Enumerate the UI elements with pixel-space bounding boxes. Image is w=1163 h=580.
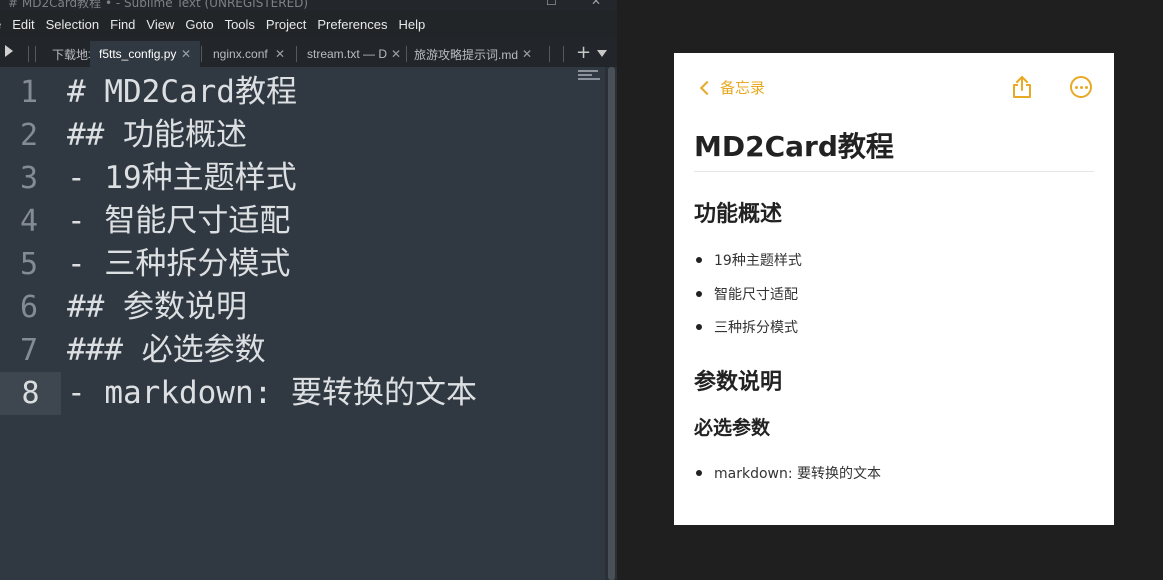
- editor-line[interactable]: 4 - 智能尺寸适配: [0, 200, 605, 243]
- tab-divider: [28, 46, 29, 62]
- line-text: - 三种拆分模式: [67, 246, 291, 282]
- chevron-left-icon: [699, 80, 715, 95]
- list-item: 智能尺寸适配: [696, 284, 798, 304]
- menu-selection[interactable]: Selection: [46, 17, 99, 32]
- back-label: 备忘录: [720, 79, 766, 97]
- editor-line[interactable]: 2 ## 功能概述: [0, 114, 605, 157]
- tab-bar: 下载地址 f5tts_config.py ✕ nginx.conf ✕ stre…: [0, 38, 617, 67]
- list-item: markdown: 要转换的文本: [696, 463, 881, 483]
- bullet: [696, 324, 702, 330]
- line-text: # MD2Card教程: [67, 74, 297, 110]
- tab-stream-txt[interactable]: stream.txt — D ✕: [297, 41, 405, 67]
- tab-nginx-conf[interactable]: nginx.conf ✕: [202, 41, 296, 67]
- menu-help[interactable]: Help: [398, 17, 425, 32]
- new-tab-icon[interactable]: +: [576, 42, 591, 63]
- more-options-icon[interactable]: [1070, 76, 1092, 98]
- line-number: 1: [19, 75, 39, 110]
- editor-line[interactable]: 6 ## 参数说明: [0, 286, 605, 329]
- title-bar: # MD2Card教程 • - Sublime Text (UNREGISTER…: [0, 0, 617, 11]
- back-button[interactable]: 备忘录: [699, 77, 766, 98]
- tab-label: stream.txt — D: [307, 47, 388, 61]
- close-tab-icon[interactable]: ✕: [181, 47, 191, 61]
- list-item: 三种拆分模式: [696, 317, 798, 337]
- section-heading: 参数说明: [694, 370, 783, 395]
- tab-label: 旅游攻略提示词.md: [414, 47, 519, 62]
- line-number: 2: [19, 118, 39, 153]
- list-item: 19种主题样式: [696, 250, 802, 270]
- bullet: [696, 257, 702, 263]
- list-item-text: 三种拆分模式: [714, 320, 798, 336]
- menu-file[interactable]: e: [0, 17, 1, 32]
- tab-label: 下载地址: [52, 47, 90, 62]
- maximize-icon[interactable]: ☐: [546, 0, 557, 8]
- tab-travel-prompt[interactable]: 旅游攻略提示词.md ✕: [407, 41, 542, 67]
- line-text: ## 功能概述: [67, 117, 247, 153]
- tab-label: nginx.conf: [213, 47, 268, 61]
- tab-divider: [549, 46, 550, 62]
- scrollbar-thumb[interactable]: [608, 67, 615, 580]
- vertical-scrollbar[interactable]: [605, 67, 617, 580]
- line-text: ### 必选参数: [67, 332, 266, 368]
- menu-view[interactable]: View: [146, 17, 174, 32]
- share-icon[interactable]: [1011, 75, 1033, 99]
- line-text: ## 参数说明: [67, 289, 247, 325]
- line-text: - markdown: 要转换的文本: [67, 375, 477, 411]
- line-number: 4: [19, 204, 39, 239]
- menu-bar: e Edit Selection Find View Goto Tools Pr…: [0, 11, 617, 38]
- editor-line[interactable]: 5 - 三种拆分模式: [0, 243, 605, 286]
- bullet: [696, 291, 702, 297]
- editor-line[interactable]: 7 ### 必选参数: [0, 329, 605, 372]
- menu-find[interactable]: Find: [110, 17, 135, 32]
- tab-label: f5tts_config.py: [99, 47, 177, 61]
- tab-f5tts-config[interactable]: f5tts_config.py ✕: [90, 41, 200, 67]
- close-tab-icon[interactable]: ✕: [275, 47, 285, 61]
- editor-line[interactable]: 1 # MD2Card教程: [0, 71, 605, 114]
- editor-line[interactable]: 3 - 19种主题样式: [0, 157, 605, 200]
- bullet: [696, 470, 702, 476]
- list-item-text: 19种主题样式: [714, 253, 802, 269]
- line-number: 7: [19, 333, 39, 368]
- line-number: 8: [0, 372, 61, 415]
- list-item-text: markdown: 要转换的文本: [714, 466, 882, 482]
- menu-project[interactable]: Project: [266, 17, 306, 32]
- preview-title: MD2Card教程: [694, 130, 894, 163]
- menu-goto[interactable]: Goto: [185, 17, 213, 32]
- title-divider: [694, 171, 1094, 172]
- list-item-text: 智能尺寸适配: [714, 287, 798, 303]
- menu-preferences[interactable]: Preferences: [317, 17, 387, 32]
- menu-edit[interactable]: Edit: [12, 17, 34, 32]
- tab-download[interactable]: 下载地址: [42, 41, 90, 67]
- section-heading: 功能概述: [694, 202, 783, 227]
- line-number: 6: [19, 290, 39, 325]
- tab-divider: [563, 46, 564, 62]
- editor-line-current[interactable]: 8 - markdown: 要转换的文本: [0, 372, 605, 415]
- subsection-heading: 必选参数: [694, 417, 771, 439]
- line-number: 3: [19, 161, 39, 196]
- close-window-icon[interactable]: ✕: [591, 0, 601, 8]
- line-number: 5: [19, 247, 39, 282]
- tab-divider: [35, 46, 36, 62]
- preview-card: 备忘录 MD2Card教程 功能概述 19种主题样式 智能尺寸适配 三种拆分模式…: [674, 53, 1114, 525]
- close-tab-icon[interactable]: ✕: [522, 47, 532, 61]
- line-text: - 19种主题样式: [67, 160, 297, 196]
- line-text: - 智能尺寸适配: [67, 203, 291, 239]
- close-tab-icon[interactable]: ✕: [391, 47, 401, 61]
- menu-tools[interactable]: Tools: [225, 17, 255, 32]
- tab-list-dropdown-icon[interactable]: [597, 50, 607, 57]
- sublime-window: # MD2Card教程 • - Sublime Text (UNREGISTER…: [0, 0, 617, 580]
- play-icon[interactable]: [5, 45, 13, 57]
- code-editor[interactable]: 1 # MD2Card教程 2 ## 功能概述 3 - 19种主题样式 4 - …: [0, 67, 617, 580]
- window-title: # MD2Card教程 • - Sublime Text (UNREGISTER…: [8, 0, 309, 10]
